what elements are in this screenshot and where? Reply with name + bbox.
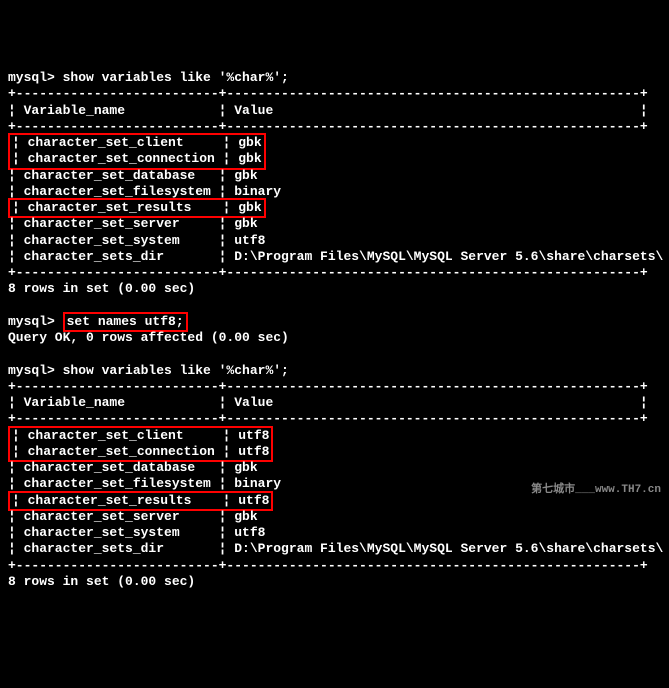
table-row: ¦ character_set_server ¦ gbk: [8, 509, 661, 525]
prompt-line[interactable]: mysql> set names utf8;: [8, 314, 661, 330]
table-row: ¦ character_set_client ¦ gbk ¦ character…: [8, 135, 661, 168]
table-row: ¦ character_set_results ¦ gbk: [8, 200, 661, 216]
table-row: ¦ character_sets_dir ¦ D:\Program Files\…: [8, 249, 661, 265]
watermark-text: 第七城市___www.TH7.cn: [531, 484, 661, 498]
prompt-line[interactable]: mysql> show variables like '%char%';: [8, 363, 661, 379]
table-row: ¦ character_set_system ¦ utf8: [8, 233, 661, 249]
table-sep: +--------------------------+------------…: [8, 379, 661, 395]
table-row: ¦ character_set_client ¦ utf8 ¦ characte…: [8, 428, 661, 461]
table-row: ¦ character_set_system ¦ utf8: [8, 525, 661, 541]
result-msg: Query OK, 0 rows affected (0.00 sec): [8, 330, 661, 346]
terminal-output: mysql> show variables like '%char%';+---…: [8, 70, 661, 590]
table-row: ¦ character_set_server ¦ gbk: [8, 216, 661, 232]
prompt-line[interactable]: mysql> show variables like '%char%';: [8, 70, 661, 86]
table-row: ¦ character_set_database ¦ gbk: [8, 460, 661, 476]
result-msg: 8 rows in set (0.00 sec): [8, 574, 661, 590]
table-sep: +--------------------------+------------…: [8, 265, 661, 281]
table-header: ¦ Variable_name ¦ Value ¦: [8, 103, 661, 119]
table-row: ¦ character_set_database ¦ gbk: [8, 168, 661, 184]
table-sep: +--------------------------+------------…: [8, 86, 661, 102]
table-header: ¦ Variable_name ¦ Value ¦: [8, 395, 661, 411]
result-msg: 8 rows in set (0.00 sec): [8, 281, 661, 297]
table-row: ¦ character_sets_dir ¦ D:\Program Files\…: [8, 541, 661, 557]
blank: [8, 346, 661, 362]
table-sep: +--------------------------+------------…: [8, 558, 661, 574]
